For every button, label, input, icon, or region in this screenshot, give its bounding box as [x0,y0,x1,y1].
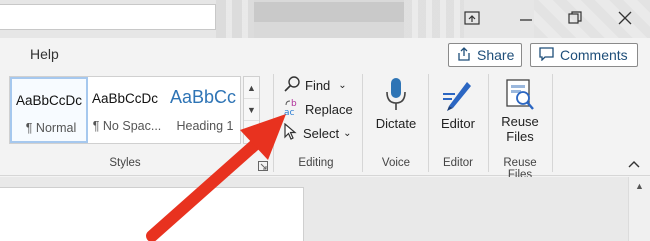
style-name: Heading 1 [176,119,234,133]
select-button[interactable]: Select ⌄ [283,122,352,144]
find-button[interactable]: Find ⌄ [283,74,347,96]
group-separator [552,74,553,172]
search-icon [283,75,301,96]
group-separator [273,74,274,172]
group-separator [488,74,489,172]
style-normal[interactable]: AaBbCcDc ¶ Normal [10,77,88,143]
editor-button[interactable]: Editor [434,74,482,131]
share-label: Share [477,47,515,63]
editor-pen-icon [441,74,475,112]
share-button[interactable]: Share [448,43,522,67]
scroll-up-icon[interactable]: ▲ [635,181,644,191]
group-separator [428,74,429,172]
reuse-files-label-line1: Reuse [501,114,539,129]
comment-icon [539,46,554,64]
comments-button[interactable]: Comments [530,43,638,67]
comments-label: Comments [560,47,628,63]
reuse-files-button[interactable]: Reuse Files [494,74,546,144]
style-name: ¶ No Spac... [92,119,162,133]
title-background-pattern [404,0,464,38]
ribbon-display-options-icon[interactable] [462,8,482,28]
close-icon[interactable] [615,8,635,28]
vertical-scrollbar[interactable]: ▲ [628,177,650,241]
editing-group-label: Editing [298,157,334,169]
style-preview: AaBbCcDc [16,93,83,108]
minimize-icon[interactable] [516,8,536,28]
document-page[interactable] [0,187,304,241]
styles-group-label: Styles [109,157,141,169]
style-preview: AaBbCc [170,87,237,107]
style-name: ¶ Normal [25,121,77,135]
reuse-files-label-line2: Files [506,129,534,144]
title-search-box[interactable] [0,4,216,30]
replace-icon: b ac [283,98,301,121]
replace-button[interactable]: b ac Replace [283,98,353,120]
chevron-down-icon: ⌄ [343,127,352,139]
scroll-down-icon[interactable]: ▼ [244,99,259,121]
scroll-up-icon[interactable]: ▲ [244,77,259,99]
title-background-pattern [216,0,256,38]
editor-group-label: Editor [442,157,474,169]
styles-gallery: AaBbCcDc ¶ Normal AaBbCcDc ¶ No Spac... … [9,76,241,144]
editor-label: Editor [441,116,475,131]
chevron-down-icon: ⌄ [338,79,347,91]
tab-help[interactable]: Help [30,46,59,62]
reuse-files-icon [504,74,536,112]
group-separator [362,74,363,172]
collapse-ribbon-icon[interactable] [628,156,640,174]
style-no-spacing[interactable]: AaBbCcDc ¶ No Spac... [88,77,166,143]
svg-text:ac: ac [284,108,295,118]
find-label: Find [305,77,331,93]
share-icon [457,46,471,64]
document-title-redacted [254,0,404,38]
voice-group-label: Voice [381,157,411,169]
menu-row: Help Share Comments [0,38,650,70]
restore-icon[interactable] [565,8,585,28]
microphone-icon [384,74,408,112]
styles-dialog-launcher-icon[interactable] [258,158,268,176]
more-styles-icon[interactable]: ▾ [244,121,259,143]
document-area: ▲ [0,177,650,241]
select-label: Select [303,125,340,141]
title-bar [0,0,650,38]
ribbon: AaBbCcDc ¶ Normal AaBbCcDc ¶ No Spac... … [0,70,650,181]
dictate-button[interactable]: Dictate [372,74,420,131]
style-preview: AaBbCcDc [92,91,159,106]
replace-label: Replace [305,101,353,117]
styles-gallery-scrollbar: ▲ ▼ ▾ [243,76,260,144]
style-heading-1[interactable]: AaBbCc Heading 1 [166,77,240,143]
dictate-label: Dictate [375,116,417,131]
cursor-icon [283,122,299,144]
